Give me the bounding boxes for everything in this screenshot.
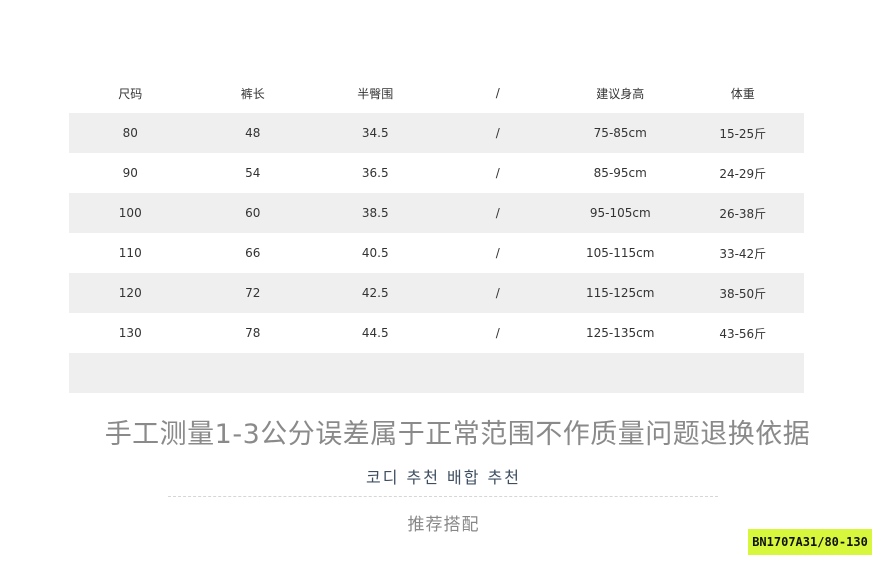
measurement-disclaimer: 手工测量1-3公分误差属于正常范围不作质量问题退换依据: [104, 419, 811, 450]
table-cell: 100: [69, 193, 192, 233]
table-cell: 38-50斤: [681, 273, 804, 313]
header-size: 尺码: [118, 86, 143, 101]
table-cell: 34.5: [314, 113, 437, 153]
table-cell: 44.5: [314, 313, 437, 353]
table-cell: /: [436, 113, 559, 153]
sku-badge: BN1707A31/80-130: [748, 529, 872, 555]
table-row: 90 54 36.5/85-95cm 24-29斤: [69, 153, 804, 193]
table-cell: 48: [191, 113, 314, 153]
table-cell: [436, 353, 559, 393]
table-cell: 130: [69, 313, 192, 353]
table-cell: 42.5: [314, 273, 437, 313]
table-cell: 78: [191, 313, 314, 353]
table-cell: 95-105cm: [559, 193, 682, 233]
table-cell: 66: [191, 233, 314, 273]
table-cell: 36.5: [314, 153, 437, 193]
header-slash: /: [495, 86, 500, 100]
table-body: 80 48 34.5/75-85cm 15-25斤 90 54 36.5/85-95cm 24…: [69, 113, 804, 393]
table-header-row: 尺码 裤长 半臀围 / 建议身高 体重: [69, 73, 804, 113]
header-weight: 体重: [730, 86, 755, 101]
table-cell: 125-135cm: [559, 313, 682, 353]
table-cell: 54: [191, 153, 314, 193]
table-cell: [314, 353, 437, 393]
table-cell: 75-85cm: [559, 113, 682, 153]
table-cell: 85-95cm: [559, 153, 682, 193]
size-table: 尺码 裤长 半臀围 / 建议身高 体重 80 48 34.5/75-85cm 15-2…: [69, 73, 804, 393]
table-cell: 105-115cm: [559, 233, 682, 273]
table-row: 120 72 42.5/115-125cm 38-50斤: [69, 273, 804, 313]
table-cell: 15-25斤: [681, 113, 804, 153]
table-cell: /: [436, 193, 559, 233]
table-cell: 40.5: [314, 233, 437, 273]
table-cell: /: [436, 273, 559, 313]
table-row: 130 78 44.5/125-135cm 43-56斤: [69, 313, 804, 353]
header-half-hip: 半臀围: [357, 86, 394, 101]
table-cell: 38.5: [314, 193, 437, 233]
table-cell: [191, 353, 314, 393]
table-cell: 33-42斤: [681, 233, 804, 273]
table-row: [69, 353, 804, 393]
header-suggested-height: 建议身高: [596, 86, 645, 101]
table-cell: 90: [69, 153, 192, 193]
table-row: 100 60 38.5/95-105cm 26-38斤: [69, 193, 804, 233]
table-row: 80 48 34.5/75-85cm 15-25斤: [69, 113, 804, 153]
table-cell: 80: [69, 113, 192, 153]
table-cell: 115-125cm: [559, 273, 682, 313]
table-cell: 24-29斤: [681, 153, 804, 193]
table-cell: 43-56斤: [681, 313, 804, 353]
table-cell: 110: [69, 233, 192, 273]
table-cell: 26-38斤: [681, 193, 804, 233]
table-cell: /: [436, 233, 559, 273]
table-cell: 120: [69, 273, 192, 313]
table-row: 110 66 40.5/105-115cm 33-42斤: [69, 233, 804, 273]
table-cell: /: [436, 153, 559, 193]
coordi-recommend-label: 코디 추천 배합 추천: [365, 468, 522, 487]
table-cell: [559, 353, 682, 393]
header-pants-length: 裤长: [240, 86, 265, 101]
table-cell: [69, 353, 192, 393]
table-cell: 72: [191, 273, 314, 313]
table-cell: 60: [191, 193, 314, 233]
dashed-divider: [168, 496, 718, 497]
table-cell: [681, 353, 804, 393]
table-cell: /: [436, 313, 559, 353]
